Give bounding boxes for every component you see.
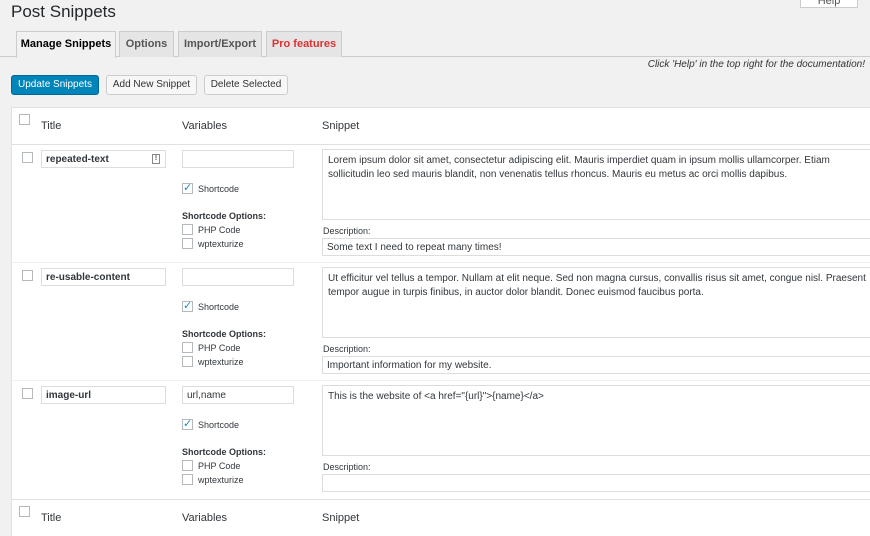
description-label: Description: — [323, 226, 371, 236]
snippet-content-textarea[interactable]: Lorem ipsum dolor sit amet, consectetur … — [322, 149, 870, 220]
snippet-variables-input[interactable]: url,name — [182, 386, 294, 404]
column-footer-variables: Variables — [182, 512, 228, 524]
add-new-snippet-button[interactable]: Add New Snippet — [106, 75, 197, 95]
snippet-title-input[interactable]: repeated-text ! — [41, 150, 166, 168]
description-label: Description: — [323, 344, 371, 354]
column-footer-snippet: Snippet — [322, 512, 360, 524]
shortcode-options-heading: Shortcode Options: — [182, 329, 266, 339]
tab-pro-features[interactable]: Pro features — [266, 31, 342, 57]
tab-bar: Manage Snippets Options Import/Export Pr… — [0, 31, 870, 58]
row-divider — [12, 262, 870, 263]
shortcode-checkbox[interactable] — [182, 299, 193, 312]
column-footer-title: Title — [41, 512, 62, 524]
update-snippets-button[interactable]: Update Snippets — [11, 75, 99, 95]
php-code-checkbox[interactable] — [182, 224, 193, 235]
php-code-label: PHP Code — [198, 225, 241, 235]
shortcode-options-heading: Shortcode Options: — [182, 211, 266, 221]
column-header-snippet: Snippet — [322, 120, 360, 132]
shortcode-label: Shortcode — [198, 420, 240, 430]
shortcode-checkbox[interactable] — [182, 181, 193, 194]
select-all-checkbox-footer[interactable] — [19, 506, 30, 517]
column-header-title: Title — [41, 120, 62, 132]
wptexturize-label: wptexturize — [198, 475, 244, 485]
tab-import-export[interactable]: Import/Export — [178, 31, 262, 57]
wptexturize-checkbox[interactable] — [182, 474, 193, 485]
shortcode-checkbox[interactable] — [182, 417, 193, 430]
php-code-checkbox[interactable] — [182, 342, 193, 353]
wptexturize-label: wptexturize — [198, 357, 244, 367]
snippet-content-textarea[interactable]: This is the website of <a href="{url}">{… — [322, 385, 870, 456]
documentation-note: Click 'Help' in the top right for the do… — [647, 59, 865, 70]
shortcode-options-heading: Shortcode Options: — [182, 447, 266, 457]
snippet-title-input[interactable]: re-usable-content — [41, 268, 166, 286]
php-code-checkbox[interactable] — [182, 460, 193, 471]
shortcode-label: Shortcode — [198, 184, 240, 194]
description-input[interactable] — [322, 474, 870, 492]
description-label: Description: — [323, 462, 371, 472]
row-select-checkbox[interactable] — [22, 388, 33, 399]
snippets-table: Title Variables Snippet repeated-text ! … — [11, 107, 870, 536]
wptexturize-checkbox[interactable] — [182, 238, 193, 249]
snippet-title-value: repeated-text — [46, 154, 109, 165]
snippet-title-input[interactable]: image-url — [41, 386, 166, 404]
row-select-checkbox[interactable] — [22, 152, 33, 163]
wptexturize-label: wptexturize — [198, 239, 244, 249]
wptexturize-checkbox[interactable] — [182, 356, 193, 367]
php-code-label: PHP Code — [198, 343, 241, 353]
select-all-checkbox[interactable] — [19, 114, 30, 125]
tab-manage-snippets[interactable]: Manage Snippets — [16, 31, 116, 58]
table-footer: Title Variables Snippet — [12, 499, 870, 536]
help-tab[interactable]: Help — [800, 0, 858, 8]
snippet-variables-input[interactable] — [182, 150, 294, 168]
table-header: Title Variables Snippet — [12, 108, 870, 145]
row-divider — [12, 380, 870, 381]
page-title: Post Snippets — [11, 2, 116, 21]
snippet-content-textarea[interactable]: Ut efficitur vel tellus a tempor. Nullam… — [322, 267, 870, 338]
snippet-variables-input[interactable] — [182, 268, 294, 286]
delete-selected-button[interactable]: Delete Selected — [204, 75, 288, 95]
row-select-checkbox[interactable] — [22, 270, 33, 281]
description-input[interactable]: Important information for my website. — [322, 356, 870, 374]
column-header-variables: Variables — [182, 120, 228, 132]
description-input[interactable]: Some text I need to repeat many times! — [322, 238, 870, 256]
info-icon[interactable]: ! — [152, 154, 160, 164]
shortcode-label: Shortcode — [198, 302, 240, 312]
tab-options[interactable]: Options — [119, 31, 174, 57]
php-code-label: PHP Code — [198, 461, 241, 471]
